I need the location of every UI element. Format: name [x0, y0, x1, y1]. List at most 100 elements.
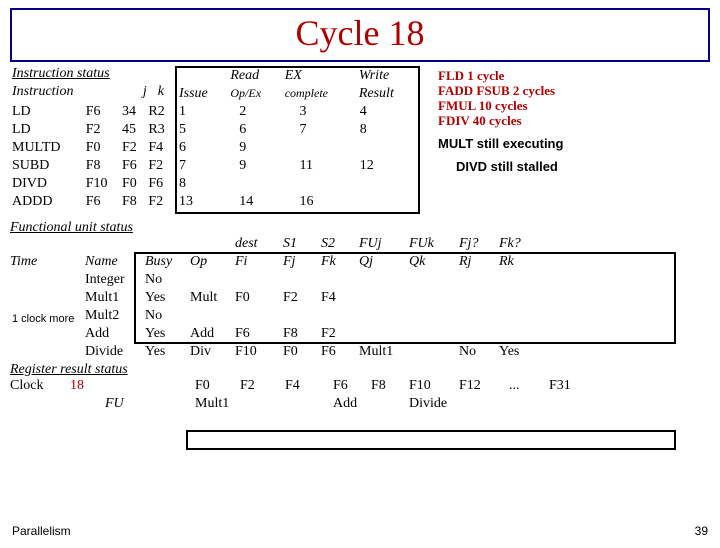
fu-cell: Yes — [145, 344, 190, 362]
fu-header-cell — [10, 236, 85, 254]
fu-cell: Mult2 — [85, 308, 145, 326]
fu-status-label: Functional unit status — [10, 220, 710, 236]
instr-cell: F10 — [84, 176, 120, 194]
reg-fu-cell — [371, 396, 409, 414]
instr-stage-cell: 8 — [177, 176, 237, 194]
fu-cell — [459, 326, 499, 344]
instr-stage-cell — [298, 140, 358, 158]
fu-cell: Mult1 — [359, 344, 409, 362]
col-issue: Issue — [177, 86, 228, 104]
instr-cell: LD — [10, 104, 84, 122]
fu-header-cell: FUk — [409, 236, 459, 254]
col-opex: Op/Ex — [228, 86, 282, 104]
instr-cell: 34 — [120, 104, 146, 122]
col-ex: EX — [283, 68, 357, 86]
instr-cell: F2 — [84, 122, 120, 140]
col-result: Result — [357, 86, 418, 104]
col-complete: complete — [283, 86, 357, 104]
reg-header-cell: F8 — [371, 378, 409, 396]
fu-header-cell: Name — [85, 254, 145, 272]
register-status-section: Register result status Clock18F0F2F4F6F8… — [0, 362, 720, 414]
fu-cell — [409, 326, 459, 344]
fu-cell: No — [145, 308, 190, 326]
col-write: Write — [357, 68, 418, 86]
reg-fu-cell: Divide — [409, 396, 459, 414]
side-notes: FLD 1 cycle FADD FSUB 2 cycles FMUL 10 c… — [420, 66, 563, 214]
instr-cell: F2 — [146, 158, 175, 176]
instr-cell: F8 — [84, 158, 120, 176]
instr-cell: 45 — [120, 122, 146, 140]
col-instruction: Instruction — [10, 84, 133, 102]
instr-stage-cell: 2 — [237, 104, 297, 122]
col-j: j — [141, 84, 156, 102]
fu-cell: Add — [190, 326, 235, 344]
fu-cell: F2 — [283, 290, 321, 308]
reg-box-outline — [186, 430, 676, 450]
fu-cell — [499, 308, 539, 326]
instr-cell: F0 — [84, 140, 120, 158]
fu-cell: Div — [190, 344, 235, 362]
annotation-mult: MULT still executing — [438, 136, 563, 151]
reg-fu-cell — [70, 396, 105, 414]
instr-stage-cell: 6 — [237, 122, 297, 140]
fu-cell: Add — [85, 326, 145, 344]
fu-cell — [283, 308, 321, 326]
reg-status-label: Register result status — [10, 362, 710, 378]
reg-header-cell: F0 — [195, 378, 240, 396]
fu-header-cell — [190, 236, 235, 254]
fu-cell: Yes — [499, 344, 539, 362]
fu-header-cell: Qk — [409, 254, 459, 272]
fu-cell — [321, 272, 359, 290]
fu-cell — [499, 272, 539, 290]
instr-stage-cell: 7 — [298, 122, 358, 140]
instr-stage-cell — [298, 176, 358, 194]
fu-cell — [10, 344, 85, 362]
fu-cell: Yes — [145, 326, 190, 344]
fu-cell: F2 — [321, 326, 359, 344]
reg-fu-cell — [10, 396, 70, 414]
instr-cell: F2 — [120, 140, 146, 158]
fu-header-cell: S1 — [283, 236, 321, 254]
fu-cell — [499, 326, 539, 344]
instr-stage-cell: 3 — [298, 104, 358, 122]
fu-cell: No — [459, 344, 499, 362]
fu-cell — [409, 308, 459, 326]
fu-header-cell: Rk — [499, 254, 539, 272]
fu-cell — [359, 272, 409, 290]
fu-header-cell: FUj — [359, 236, 409, 254]
instr-cell: LD — [10, 122, 84, 140]
instr-stage-cell — [237, 176, 297, 194]
footer-right: 39 — [695, 524, 708, 538]
instr-stage-cell — [358, 140, 418, 158]
fu-cell — [10, 290, 85, 308]
instr-stage-cell: 9 — [237, 140, 297, 158]
instr-stage-cell: 1 — [177, 104, 237, 122]
reg-fu-cell — [509, 396, 549, 414]
reg-header-cell: F12 — [459, 378, 509, 396]
reg-fu-cell — [459, 396, 509, 414]
fu-cell: Divide — [85, 344, 145, 362]
reg-fu-cell — [549, 396, 589, 414]
reg-header-cell: 18 — [70, 378, 105, 396]
fu-header-cell: Time — [10, 254, 85, 272]
instr-cell: F6 — [84, 104, 120, 122]
instr-cell: F6 — [146, 176, 175, 194]
fu-cell — [359, 308, 409, 326]
reg-header-cell: F6 — [333, 378, 371, 396]
col-k: k — [156, 84, 175, 102]
instr-cell: F0 — [120, 176, 146, 194]
reg-header-cell: F4 — [285, 378, 333, 396]
instr-cell: F6 — [84, 194, 120, 212]
reg-fu-cell: Mult1 — [195, 396, 240, 414]
slide-title-box: Cycle 18 — [10, 8, 710, 62]
instr-stage-cell: 9 — [237, 158, 297, 176]
fu-header-cell: Qj — [359, 254, 409, 272]
instr-status-label: Instruction status — [10, 66, 175, 84]
fu-cell — [190, 308, 235, 326]
fu-header-cell: Fk? — [499, 236, 539, 254]
reg-fu-cell — [240, 396, 285, 414]
instruction-status-section: Instruction status Instruction j k Read … — [10, 66, 420, 214]
fu-cell — [459, 290, 499, 308]
instr-stage-cell: 6 — [177, 140, 237, 158]
instr-stage-cell: 11 — [298, 158, 358, 176]
